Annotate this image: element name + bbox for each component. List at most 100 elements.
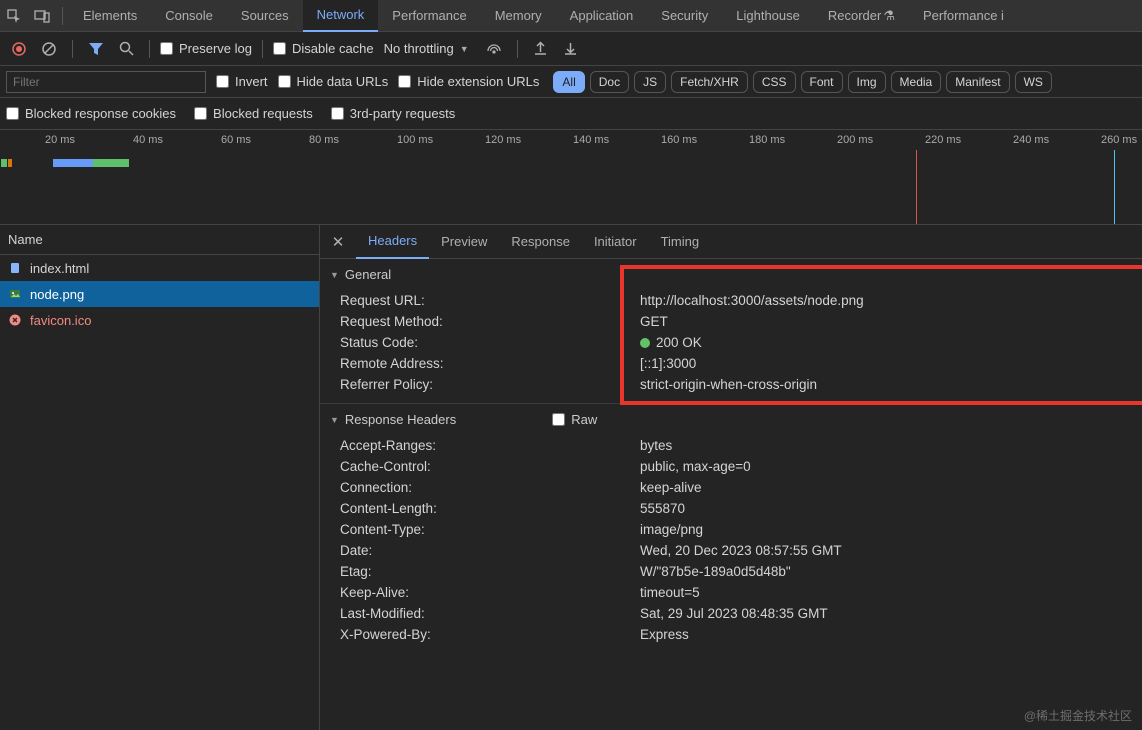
timeline-tick: 200 ms xyxy=(837,134,873,146)
request-name: favicon.ico xyxy=(30,313,91,328)
device-toolbar-icon[interactable] xyxy=(28,2,56,30)
response-headers-section: ▼ Response Headers Raw Accept-Ranges:byt… xyxy=(320,403,1142,653)
type-chip-all[interactable]: All xyxy=(553,71,584,93)
timeline-tick: 20 ms xyxy=(45,134,75,146)
header-key: Status Code: xyxy=(340,335,640,350)
request-name: index.html xyxy=(30,261,89,276)
search-icon[interactable] xyxy=(113,36,139,62)
type-chip-font[interactable]: Font xyxy=(801,71,843,93)
tab-memory[interactable]: Memory xyxy=(481,0,556,32)
detail-tab-response[interactable]: Response xyxy=(499,225,582,259)
image-icon xyxy=(8,287,22,301)
throttling-label: No throttling xyxy=(384,41,454,56)
tab-performance[interactable]: Performance xyxy=(378,0,480,32)
header-row: Keep-Alive:timeout=5 xyxy=(330,582,1132,603)
third-party-label: 3rd-party requests xyxy=(350,106,456,121)
hide-extension-urls-checkbox[interactable]: Hide extension URLs xyxy=(398,74,539,89)
inspect-element-icon[interactable] xyxy=(0,2,28,30)
download-icon[interactable] xyxy=(558,36,584,62)
filter-bar: Invert Hide data URLs Hide extension URL… xyxy=(0,66,1142,98)
header-row: X-Powered-By:Express xyxy=(330,624,1132,645)
request-row[interactable]: node.png xyxy=(0,281,319,307)
clear-icon[interactable] xyxy=(36,36,62,62)
tab-console[interactable]: Console xyxy=(151,0,227,32)
tab-security[interactable]: Security xyxy=(647,0,722,32)
disable-cache-checkbox[interactable]: Disable cache xyxy=(273,41,374,56)
header-row: Status Code:200 OK xyxy=(330,332,1132,353)
tab-sources[interactable]: Sources xyxy=(227,0,303,32)
request-row[interactable]: favicon.ico xyxy=(0,307,319,333)
raw-toggle[interactable]: Raw xyxy=(552,412,597,427)
tab-performance-i[interactable]: Performance i xyxy=(909,0,1018,32)
detail-tab-initiator[interactable]: Initiator xyxy=(582,225,649,259)
request-filters-row: Blocked response cookies Blocked request… xyxy=(0,98,1142,130)
timeline-tick: 40 ms xyxy=(133,134,163,146)
preserve-log-checkbox[interactable]: Preserve log xyxy=(160,41,252,56)
network-toolbar: Preserve log Disable cache No throttling… xyxy=(0,32,1142,66)
type-chip-media[interactable]: Media xyxy=(891,71,942,93)
type-chip-img[interactable]: Img xyxy=(848,71,886,93)
invert-checkbox[interactable]: Invert xyxy=(216,74,268,89)
list-header-name[interactable]: Name xyxy=(0,225,319,255)
tab-elements[interactable]: Elements xyxy=(69,0,151,32)
type-chip-css[interactable]: CSS xyxy=(753,71,796,93)
type-chip-doc[interactable]: Doc xyxy=(590,71,629,93)
type-chip-js[interactable]: JS xyxy=(634,71,666,93)
type-chip-manifest[interactable]: Manifest xyxy=(946,71,1009,93)
separator xyxy=(149,40,150,58)
network-timeline[interactable]: 20 ms40 ms60 ms80 ms100 ms120 ms140 ms16… xyxy=(0,130,1142,225)
raw-label: Raw xyxy=(571,412,597,427)
request-name: node.png xyxy=(30,287,84,302)
close-icon[interactable]: ✕ xyxy=(324,228,352,256)
general-section: ▼ General Request URL:http://localhost:3… xyxy=(320,259,1142,403)
preserve-log-label: Preserve log xyxy=(179,41,252,56)
hide-data-urls-checkbox[interactable]: Hide data URLs xyxy=(278,74,389,89)
timeline-marker xyxy=(916,150,917,224)
request-row[interactable]: index.html xyxy=(0,255,319,281)
blocked-requests-checkbox[interactable]: Blocked requests xyxy=(194,106,313,121)
filter-input[interactable] xyxy=(6,71,206,93)
header-value: GET xyxy=(640,314,668,329)
devtools-tabs: ElementsConsoleSourcesNetworkPerformance… xyxy=(0,0,1142,32)
header-row: Content-Length:555870 xyxy=(330,498,1132,519)
upload-icon[interactable] xyxy=(528,36,554,62)
header-key: Connection: xyxy=(340,480,640,495)
detail-tab-headers[interactable]: Headers xyxy=(356,225,429,259)
response-headers-toggle[interactable]: ▼ Response Headers Raw xyxy=(330,404,1132,435)
header-key: Keep-Alive: xyxy=(340,585,640,600)
header-value: W/"87b5e-189a0d5d48b" xyxy=(640,564,791,579)
error-icon xyxy=(8,313,22,327)
header-row: Connection:keep-alive xyxy=(330,477,1132,498)
header-row: Remote Address:[::1]:3000 xyxy=(330,353,1132,374)
tab-network[interactable]: Network xyxy=(303,0,379,32)
third-party-checkbox[interactable]: 3rd-party requests xyxy=(331,106,456,121)
type-chip-fetchxhr[interactable]: Fetch/XHR xyxy=(671,71,748,93)
tab-recorder[interactable]: Recorder ⚗ xyxy=(814,0,909,32)
main-content: Name index.html node.png favicon.ico ✕ Hea… xyxy=(0,225,1142,730)
header-key: Content-Type: xyxy=(340,522,640,537)
header-key: Referrer Policy: xyxy=(340,377,640,392)
timeline-bar xyxy=(8,159,12,167)
header-key: X-Powered-By: xyxy=(340,627,640,642)
header-row: Date:Wed, 20 Dec 2023 08:57:55 GMT xyxy=(330,540,1132,561)
invert-label: Invert xyxy=(235,74,268,89)
header-row: Referrer Policy:strict-origin-when-cross… xyxy=(330,374,1132,395)
detail-tab-preview[interactable]: Preview xyxy=(429,225,499,259)
throttling-select[interactable]: No throttling ▼ xyxy=(384,41,469,56)
header-value: public, max-age=0 xyxy=(640,459,751,474)
filter-icon[interactable] xyxy=(83,36,109,62)
network-conditions-icon[interactable] xyxy=(481,36,507,62)
general-section-toggle[interactable]: ▼ General xyxy=(330,259,1132,290)
blocked-cookies-checkbox[interactable]: Blocked response cookies xyxy=(6,106,176,121)
header-value: [::1]:3000 xyxy=(640,356,696,371)
tab-lighthouse[interactable]: Lighthouse xyxy=(722,0,814,32)
tab-application[interactable]: Application xyxy=(556,0,648,32)
timeline-tick: 180 ms xyxy=(749,134,785,146)
record-icon[interactable] xyxy=(6,36,32,62)
header-key: Accept-Ranges: xyxy=(340,438,640,453)
separator xyxy=(517,40,518,58)
type-chip-ws[interactable]: WS xyxy=(1015,71,1052,93)
status-dot-icon xyxy=(640,338,650,348)
header-value: 555870 xyxy=(640,501,685,516)
detail-tab-timing[interactable]: Timing xyxy=(649,225,712,259)
